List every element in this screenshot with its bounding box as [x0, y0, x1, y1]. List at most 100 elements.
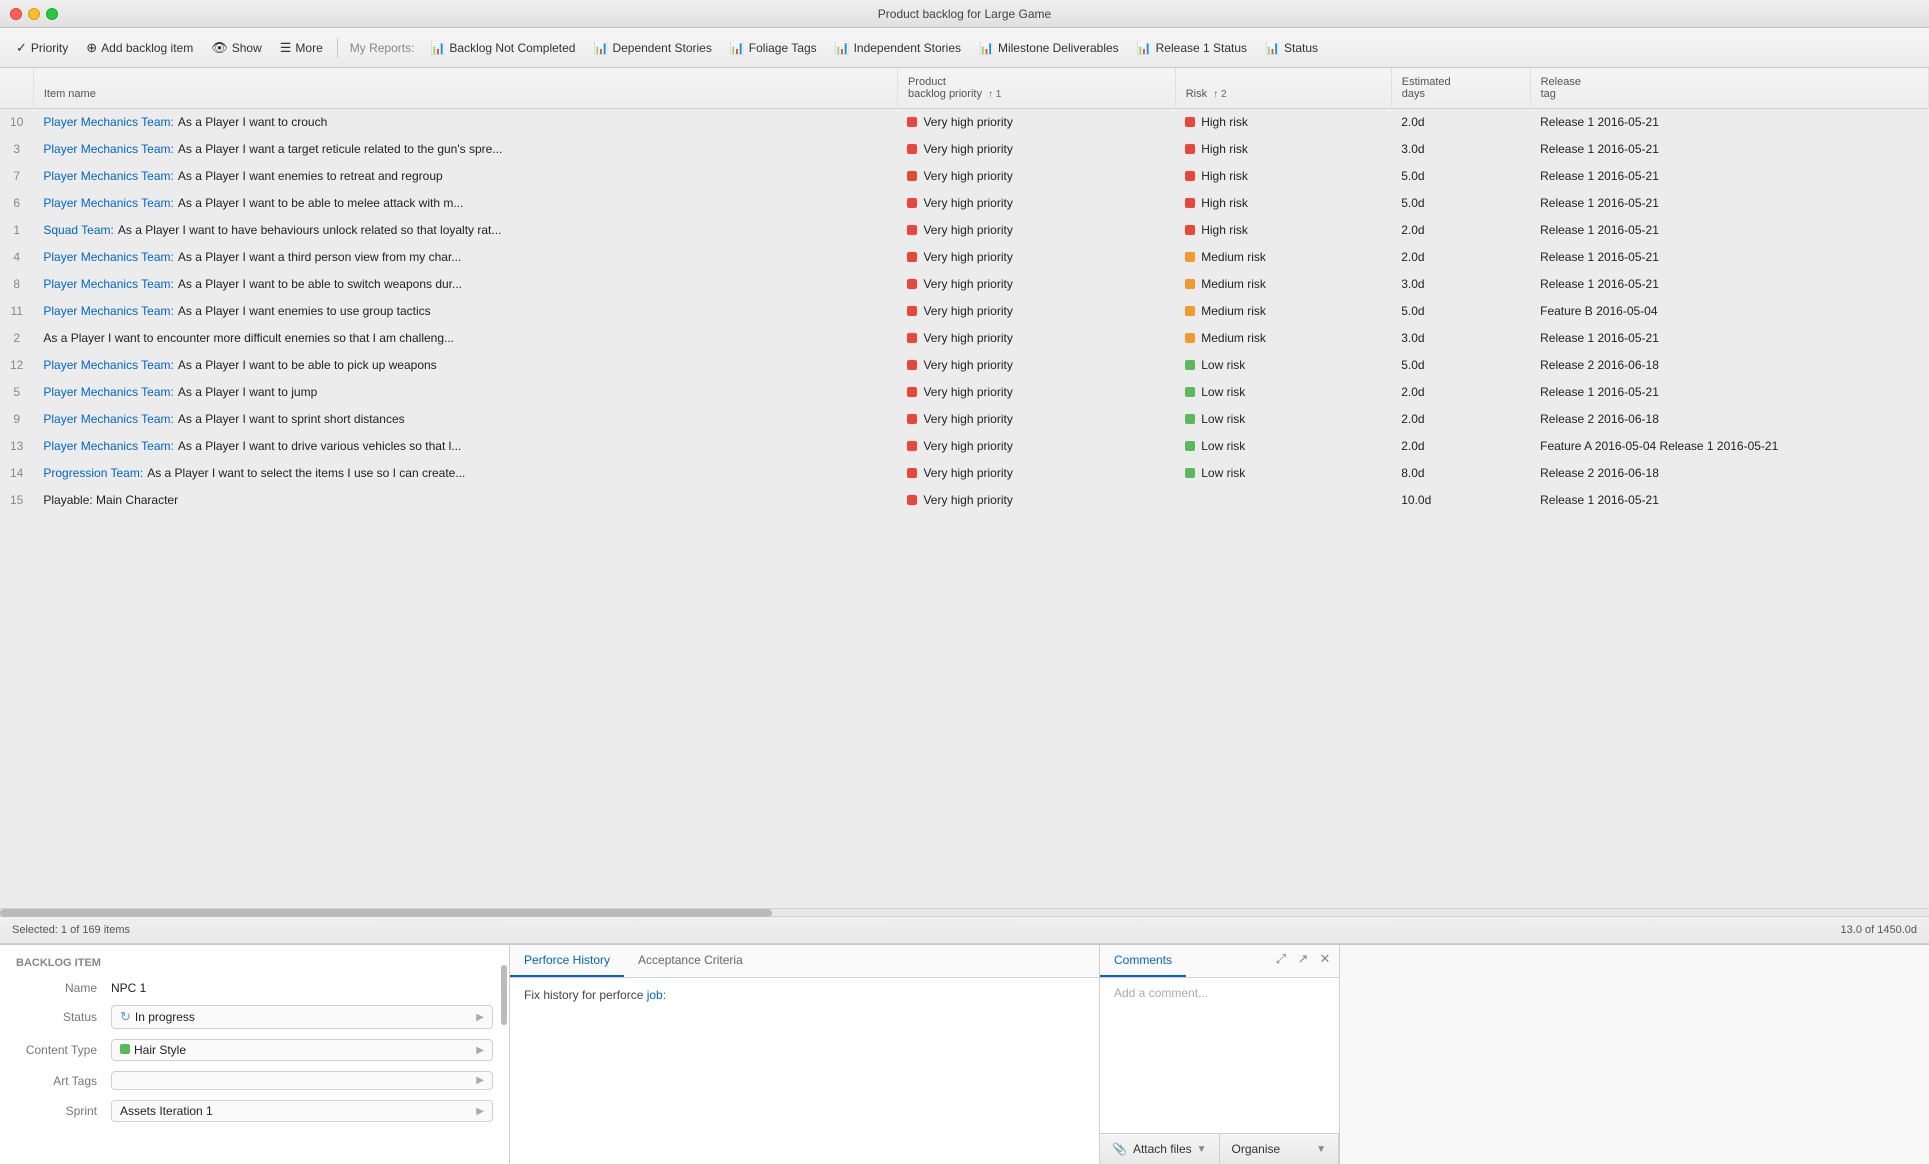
table-row[interactable]: 8Player Mechanics Team: As a Player I wa…: [0, 271, 1929, 298]
table-row[interactable]: 2As a Player I want to encounter more di…: [0, 325, 1929, 352]
external-link-button[interactable]: ↗: [1293, 949, 1313, 969]
chevron-right-icon-3: ▶: [476, 1075, 484, 1086]
attach-files-button[interactable]: 📎 Attach files ▼: [1100, 1134, 1220, 1164]
priority-cell: Very high priority: [897, 190, 1175, 217]
perforce-job-link[interactable]: job:: [647, 988, 666, 1002]
item-name-cell[interactable]: Player Mechanics Team: As a Player I wan…: [33, 298, 897, 325]
days-cell: 8.0d: [1391, 460, 1530, 487]
report-backlog-not-completed[interactable]: 📊 Backlog Not Completed: [422, 37, 583, 59]
item-name-cell[interactable]: Player Mechanics Team: As a Player I wan…: [33, 379, 897, 406]
chart-icon-5: 📊: [979, 41, 994, 55]
name-value[interactable]: NPC 1: [111, 981, 493, 995]
priority-cell: Very high priority: [897, 325, 1175, 352]
table-row[interactable]: 1Squad Team: As a Player I want to have …: [0, 217, 1929, 244]
item-name-cell[interactable]: Player Mechanics Team: As a Player I wan…: [33, 190, 897, 217]
item-name-cell[interactable]: Player Mechanics Team: As a Player I wan…: [33, 109, 897, 136]
row-number: 5: [0, 379, 33, 406]
more-button[interactable]: ☰ More: [272, 36, 331, 60]
report-dependent-stories[interactable]: 📊 Dependent Stories: [585, 37, 719, 59]
close-button[interactable]: [10, 8, 22, 20]
sprint-value[interactable]: Assets Iteration 1 ▶: [111, 1100, 493, 1122]
detail-scrollbar[interactable]: [501, 965, 507, 1025]
add-backlog-item-button[interactable]: ⊕ Add backlog item: [78, 36, 201, 60]
scroll-thumb[interactable]: [0, 909, 772, 917]
close-panel-button[interactable]: ✕: [1315, 949, 1335, 969]
table-row[interactable]: 3Player Mechanics Team: As a Player I wa…: [0, 136, 1929, 163]
item-name-cell[interactable]: Squad Team: As a Player I want to have b…: [33, 217, 897, 244]
organise-button[interactable]: Organise ▼: [1220, 1134, 1340, 1164]
risk-dot: [1185, 441, 1195, 451]
risk-value: Low risk: [1201, 439, 1245, 453]
item-name-cell[interactable]: Progression Team: As a Player I want to …: [33, 460, 897, 487]
report-independent-stories[interactable]: 📊 Independent Stories: [827, 37, 969, 59]
col-days-header[interactable]: Estimateddays: [1391, 68, 1530, 109]
toolbar: ✓ Priority ⊕ Add backlog item 👁 Show ☰ M…: [0, 28, 1929, 68]
item-name-cell[interactable]: Player Mechanics Team: As a Player I wan…: [33, 244, 897, 271]
table-row[interactable]: 14Progression Team: As a Player I want t…: [0, 460, 1929, 487]
table-row[interactable]: 9Player Mechanics Team: As a Player I wa…: [0, 406, 1929, 433]
expand-panel-button[interactable]: ⤢: [1271, 949, 1291, 969]
minimize-button[interactable]: [28, 8, 40, 20]
art-tags-row: Art Tags ▶: [16, 1071, 493, 1090]
item-name-cell[interactable]: Player Mechanics Team: As a Player I wan…: [33, 406, 897, 433]
attachment-area: [1340, 945, 1929, 1164]
tab-perforce-history[interactable]: Perforce History: [510, 945, 624, 977]
table-row[interactable]: 13Player Mechanics Team: As a Player I w…: [0, 433, 1929, 460]
table-header-row: Item name Productbacklog priority ↑ 1 Ri…: [0, 68, 1929, 109]
table-row[interactable]: 6Player Mechanics Team: As a Player I wa…: [0, 190, 1929, 217]
release-cell: Release 1 2016-05-21: [1530, 163, 1928, 190]
col-release-header[interactable]: Releasetag: [1530, 68, 1928, 109]
risk-value: Medium risk: [1201, 277, 1266, 291]
report-release1-status[interactable]: 📊 Release 1 Status: [1129, 37, 1255, 59]
team-name: Player Mechanics Team:: [43, 196, 174, 210]
show-button[interactable]: 👁 Show: [203, 36, 270, 60]
risk-value: High risk: [1201, 169, 1248, 183]
tab-acceptance-criteria[interactable]: Acceptance Criteria: [624, 945, 757, 977]
comments-header[interactable]: Comments: [1100, 945, 1186, 977]
priority-cell: Very high priority: [897, 163, 1175, 190]
risk-value: Medium risk: [1201, 250, 1266, 264]
table-row[interactable]: 4Player Mechanics Team: As a Player I wa…: [0, 244, 1929, 271]
table-row[interactable]: 5Player Mechanics Team: As a Player I wa…: [0, 379, 1929, 406]
horizontal-scrollbar[interactable]: [0, 908, 1929, 916]
report-foliage-tags[interactable]: 📊 Foliage Tags: [722, 37, 825, 59]
priority-cell: Very high priority: [897, 136, 1175, 163]
priority-cell: Very high priority: [897, 352, 1175, 379]
table-row[interactable]: 11Player Mechanics Team: As a Player I w…: [0, 298, 1929, 325]
risk-cell: [1175, 487, 1391, 514]
col-priority-header[interactable]: Productbacklog priority ↑ 1: [897, 68, 1175, 109]
row-number: 1: [0, 217, 33, 244]
table-row[interactable]: 7Player Mechanics Team: As a Player I wa…: [0, 163, 1929, 190]
col-name-header[interactable]: Item name: [33, 68, 897, 109]
table-row[interactable]: 15Playable: Main CharacterVery high prio…: [0, 487, 1929, 514]
report-status[interactable]: 📊 Status: [1257, 37, 1326, 59]
col-release-label: Releasetag: [1541, 76, 1581, 100]
table-row[interactable]: 10Player Mechanics Team: As a Player I w…: [0, 109, 1929, 136]
item-name-cell[interactable]: As a Player I want to encounter more dif…: [33, 325, 897, 352]
item-name-cell[interactable]: Player Mechanics Team: As a Player I wan…: [33, 352, 897, 379]
priority-dot: [907, 198, 917, 208]
item-name-cell[interactable]: Player Mechanics Team: As a Player I wan…: [33, 433, 897, 460]
fullscreen-button[interactable]: [46, 8, 58, 20]
release-cell: Release 1 2016-05-21: [1530, 136, 1928, 163]
item-name-cell[interactable]: Playable: Main Character: [33, 487, 897, 514]
table-row[interactable]: 12Player Mechanics Team: As a Player I w…: [0, 352, 1929, 379]
report-milestone-deliverables[interactable]: 📊 Milestone Deliverables: [971, 37, 1127, 59]
priority-button[interactable]: ✓ Priority: [8, 36, 76, 60]
comment-input-area[interactable]: Add a comment...: [1100, 978, 1339, 1133]
content-type-value[interactable]: Hair Style ▶: [111, 1039, 493, 1061]
art-tags-value[interactable]: ▶: [111, 1071, 493, 1090]
status-value[interactable]: ↻In progress ▶: [111, 1005, 493, 1029]
priority-value: Very high priority: [923, 304, 1012, 318]
priority-dot: [907, 171, 917, 181]
priority-value: Very high priority: [923, 385, 1012, 399]
item-name-cell[interactable]: Player Mechanics Team: As a Player I wan…: [33, 136, 897, 163]
table-wrapper[interactable]: Item name Productbacklog priority ↑ 1 Ri…: [0, 68, 1929, 908]
attach-dropdown-icon: ▼: [1197, 1144, 1207, 1155]
chevron-right-icon-4: ▶: [476, 1106, 484, 1117]
item-name-cell[interactable]: Player Mechanics Team: As a Player I wan…: [33, 163, 897, 190]
history-panel: Perforce History Acceptance Criteria Fix…: [510, 945, 1100, 1164]
col-risk-header[interactable]: Risk ↑ 2: [1175, 68, 1391, 109]
risk-value: Low risk: [1201, 358, 1245, 372]
item-name-cell[interactable]: Player Mechanics Team: As a Player I wan…: [33, 271, 897, 298]
